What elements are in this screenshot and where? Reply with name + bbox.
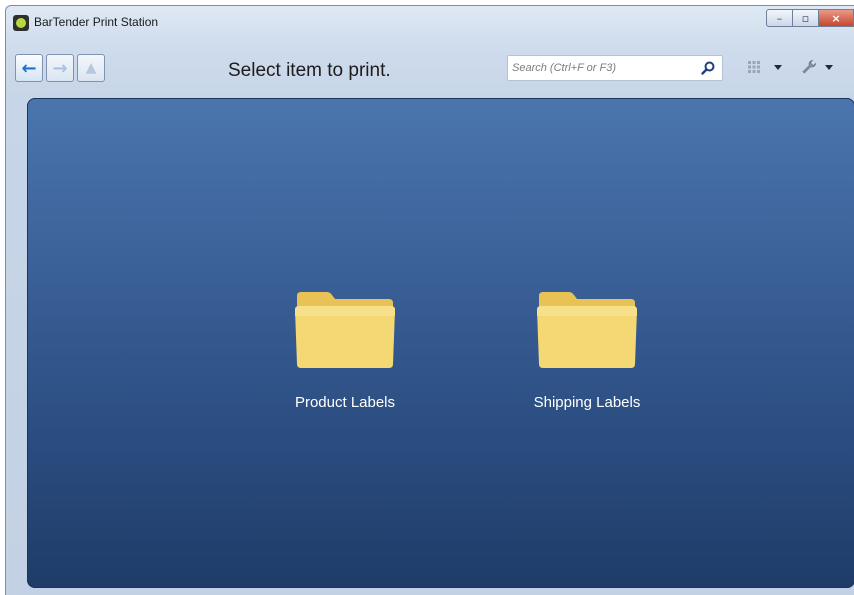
minimize-button[interactable]: – (766, 9, 792, 27)
search-input[interactable] (512, 59, 687, 77)
toolbar: ← → ▲ Select item to print. (6, 44, 854, 86)
arrow-right-icon: → (52, 57, 68, 79)
arrow-left-icon: ← (21, 57, 37, 79)
grid-view-icon[interactable] (746, 59, 762, 75)
close-button[interactable]: × (818, 9, 854, 27)
title-bar[interactable]: BarTender Print Station – ▫ × (6, 6, 854, 44)
folder-tile-product-labels[interactable]: Product Labels (265, 288, 425, 448)
folder-label: Shipping Labels (533, 394, 641, 411)
window-controls: – ▫ × (766, 9, 854, 29)
page-prompt: Select item to print. (228, 60, 391, 81)
search-box[interactable] (507, 55, 723, 81)
folder-label: Product Labels (294, 394, 396, 411)
window-title: BarTender Print Station (34, 15, 159, 29)
arrow-up-icon: ▲ (85, 60, 97, 76)
folder-tile-shipping-labels[interactable]: Shipping Labels (507, 288, 667, 448)
maximize-button[interactable]: ▫ (792, 9, 818, 27)
bartender-app-icon[interactable] (13, 15, 29, 31)
forward-button[interactable]: → (46, 54, 74, 82)
items-panel: Product Labels Shipping Labels (27, 98, 854, 588)
app-window: BarTender Print Station – ▫ × ← → ▲ Sele… (5, 5, 854, 595)
tools-dropdown-arrow-icon[interactable] (825, 65, 833, 70)
folder-icon (295, 292, 395, 368)
up-button[interactable]: ▲ (77, 54, 105, 82)
view-dropdown-arrow-icon[interactable] (774, 65, 782, 70)
search-icon[interactable] (700, 60, 716, 76)
back-button[interactable]: ← (15, 54, 43, 82)
wrench-icon[interactable] (801, 59, 817, 75)
folder-icon (537, 292, 637, 368)
